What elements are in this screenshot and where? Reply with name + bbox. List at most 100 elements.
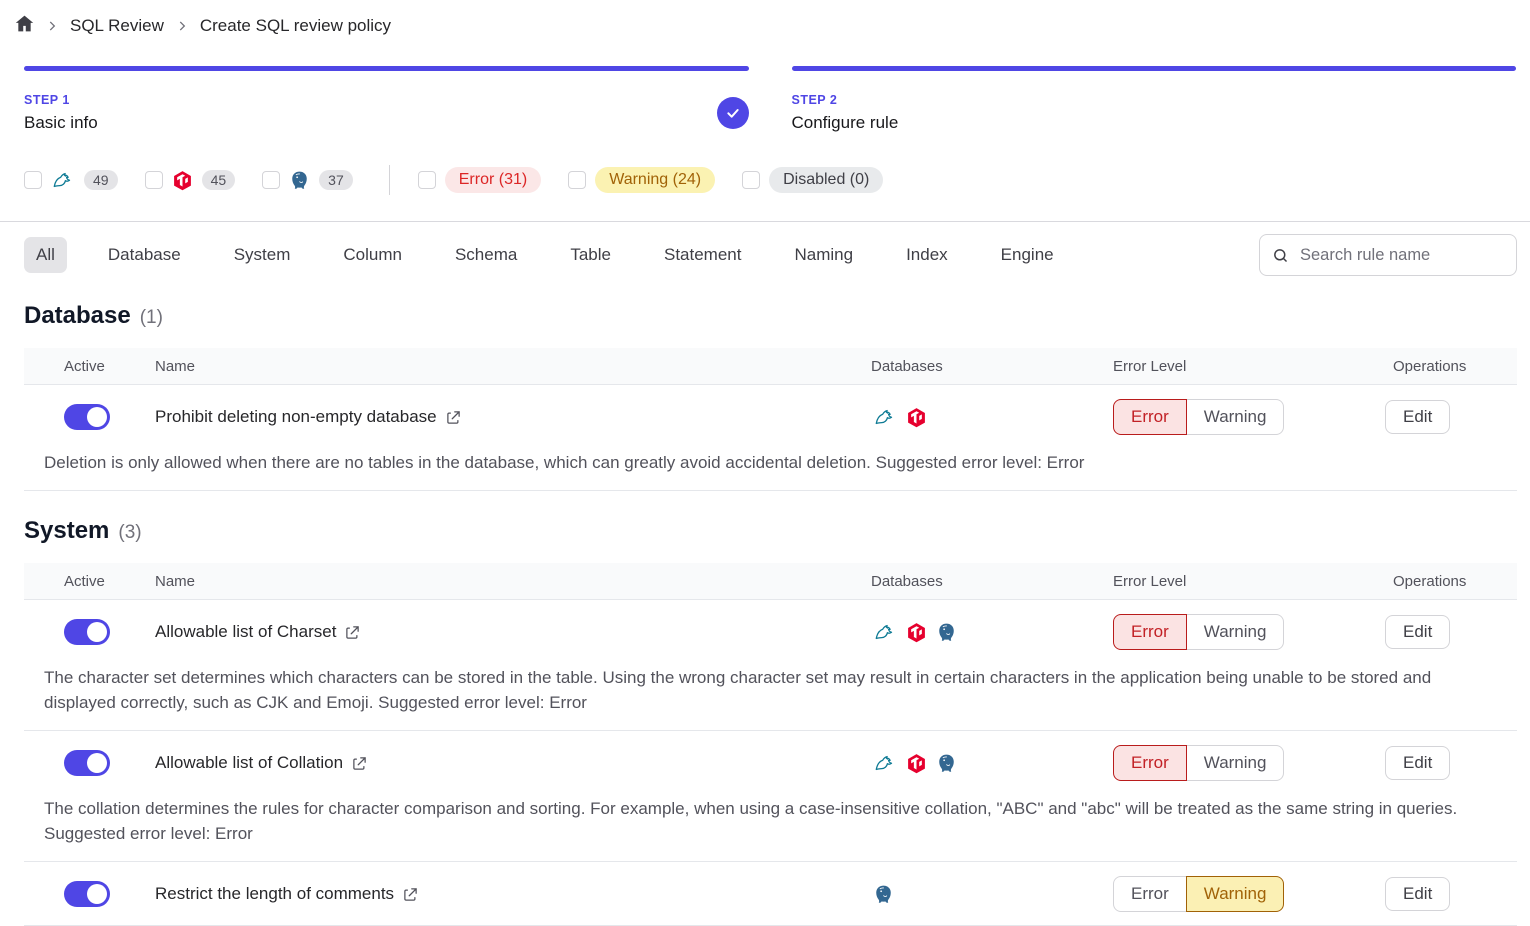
- error-level-button-warning[interactable]: Warning: [1186, 614, 1285, 650]
- step-2-label: STEP 2: [792, 93, 1517, 107]
- databases-cell: [847, 884, 1089, 905]
- column-header-error-level: Error Level: [1089, 573, 1369, 590]
- section-title-text: Database: [24, 302, 131, 330]
- column-header-operations: Operations: [1369, 573, 1517, 590]
- step-1-title: Basic info: [24, 113, 749, 133]
- active-toggle[interactable]: [64, 881, 110, 907]
- edit-button[interactable]: Edit: [1385, 877, 1450, 911]
- postgres-icon: [289, 170, 310, 191]
- external-link-icon[interactable]: [352, 756, 367, 771]
- checkbox-postgres[interactable]: [262, 171, 280, 189]
- table-row: Allowable list of Charset ErrorWarning Edi…: [24, 600, 1517, 663]
- error-level-button-error[interactable]: Error: [1113, 745, 1187, 781]
- active-cell: [24, 881, 155, 907]
- tab-table[interactable]: Table: [558, 237, 623, 273]
- error-level-toggle-group: ErrorWarning: [1113, 614, 1284, 650]
- tab-all[interactable]: All: [24, 237, 67, 273]
- postgres-icon: [936, 753, 957, 774]
- tab-database[interactable]: Database: [96, 237, 193, 273]
- checkbox-error[interactable]: [418, 171, 436, 189]
- breadcrumb-create-policy[interactable]: Create SQL review policy: [200, 16, 391, 36]
- home-icon[interactable]: [15, 14, 34, 38]
- error-level-cell: ErrorWarning: [1089, 876, 1369, 912]
- mysql-icon: [873, 621, 897, 643]
- tab-engine[interactable]: Engine: [989, 237, 1066, 273]
- rule-name-link[interactable]: Prohibit deleting non-empty database: [155, 407, 437, 427]
- error-level-button-warning[interactable]: Warning: [1186, 745, 1285, 781]
- databases-cell: [847, 621, 1089, 643]
- rule-name-link[interactable]: Allowable list of Collation: [155, 753, 343, 773]
- edit-button[interactable]: Edit: [1385, 615, 1450, 649]
- tidb-icon: [906, 407, 927, 428]
- filter-level-error[interactable]: Error (31): [418, 167, 541, 193]
- table-header-row: ActiveNameDatabasesError LevelOperations: [24, 563, 1517, 600]
- step-2[interactable]: STEP 2 Configure rule: [792, 66, 1517, 133]
- operations-cell: Edit: [1369, 877, 1517, 911]
- count-badge-tidb: 45: [202, 170, 236, 190]
- error-level-button-error[interactable]: Error: [1113, 399, 1187, 435]
- mysql-icon: [873, 406, 897, 428]
- tab-system[interactable]: System: [222, 237, 303, 273]
- filter-level-disabled[interactable]: Disabled (0): [742, 167, 883, 193]
- rule-section-database: Database (1) ActiveNameDatabasesError Leve…: [0, 302, 1530, 491]
- rule-description: The collation determines the rules for c…: [24, 794, 1517, 862]
- breadcrumb-sql-review[interactable]: SQL Review: [70, 16, 164, 36]
- checkbox-mysql[interactable]: [24, 171, 42, 189]
- filter-engine-mysql[interactable]: 49: [24, 169, 118, 191]
- filter-engine-tidb[interactable]: 45: [145, 170, 236, 191]
- column-header-error-level: Error Level: [1089, 358, 1369, 375]
- tab-statement[interactable]: Statement: [652, 237, 754, 273]
- rule-name: Prohibit deleting non-empty database: [155, 407, 847, 427]
- step-2-title: Configure rule: [792, 113, 1517, 133]
- checkbox-disabled[interactable]: [742, 171, 760, 189]
- column-header-name: Name: [155, 573, 847, 590]
- tab-naming[interactable]: Naming: [782, 237, 865, 273]
- search-icon: [1272, 247, 1289, 264]
- error-level-cell: ErrorWarning: [1089, 399, 1369, 435]
- filter-engine-postgres[interactable]: 37: [262, 170, 353, 191]
- step-1[interactable]: STEP 1 Basic info: [24, 66, 749, 133]
- tab-column[interactable]: Column: [331, 237, 414, 273]
- filter-level-warning[interactable]: Warning (24): [568, 167, 715, 193]
- error-level-button-error[interactable]: Error: [1113, 614, 1187, 650]
- search-input[interactable]: [1298, 245, 1504, 266]
- error-level-button-warning[interactable]: Warning: [1186, 399, 1285, 435]
- checkbox-warning[interactable]: [568, 171, 586, 189]
- error-level-button-warning[interactable]: Warning: [1186, 876, 1285, 912]
- tidb-icon: [906, 753, 927, 774]
- column-header-active: Active: [24, 358, 155, 375]
- databases-cell: [847, 406, 1089, 428]
- error-level-toggle-group: ErrorWarning: [1113, 876, 1284, 912]
- mysql-icon: [873, 752, 897, 774]
- active-toggle[interactable]: [64, 619, 110, 645]
- databases-cell: [847, 752, 1089, 774]
- rule-description: The character set determines which chara…: [24, 663, 1517, 731]
- rule-name-link[interactable]: Allowable list of Charset: [155, 622, 336, 642]
- checkbox-tidb[interactable]: [145, 171, 163, 189]
- error-level-button-error[interactable]: Error: [1113, 876, 1187, 912]
- rule-name-link[interactable]: Restrict the length of comments: [155, 884, 394, 904]
- tab-schema[interactable]: Schema: [443, 237, 529, 273]
- edit-button[interactable]: Edit: [1385, 746, 1450, 780]
- active-toggle[interactable]: [64, 404, 110, 430]
- section-heading: Database (1): [24, 302, 1517, 330]
- error-level-cell: ErrorWarning: [1089, 614, 1369, 650]
- active-cell: [24, 404, 155, 430]
- section-count: (1): [140, 307, 163, 329]
- rule-section-system: System(3)ActiveNameDatabasesError LevelO…: [0, 517, 1530, 926]
- search-box[interactable]: [1259, 234, 1517, 276]
- external-link-icon[interactable]: [446, 410, 461, 425]
- table-row: Restrict the length of comments ErrorWarn…: [24, 862, 1517, 926]
- external-link-icon[interactable]: [345, 625, 360, 640]
- edit-button[interactable]: Edit: [1385, 400, 1450, 434]
- active-cell: [24, 750, 155, 776]
- external-link-icon[interactable]: [403, 887, 418, 902]
- table-header-row: ActiveNameDatabasesError LevelOperations: [24, 348, 1517, 385]
- table-row: Allowable list of Collation ErrorWarning E…: [24, 731, 1517, 794]
- step-indicator: STEP 1 Basic info STEP 2 Configure rule: [0, 66, 1530, 133]
- error-level-toggle-group: ErrorWarning: [1113, 399, 1284, 435]
- tab-index[interactable]: Index: [894, 237, 960, 273]
- tidb-icon: [172, 170, 193, 191]
- active-toggle[interactable]: [64, 750, 110, 776]
- toggle-knob: [87, 884, 107, 904]
